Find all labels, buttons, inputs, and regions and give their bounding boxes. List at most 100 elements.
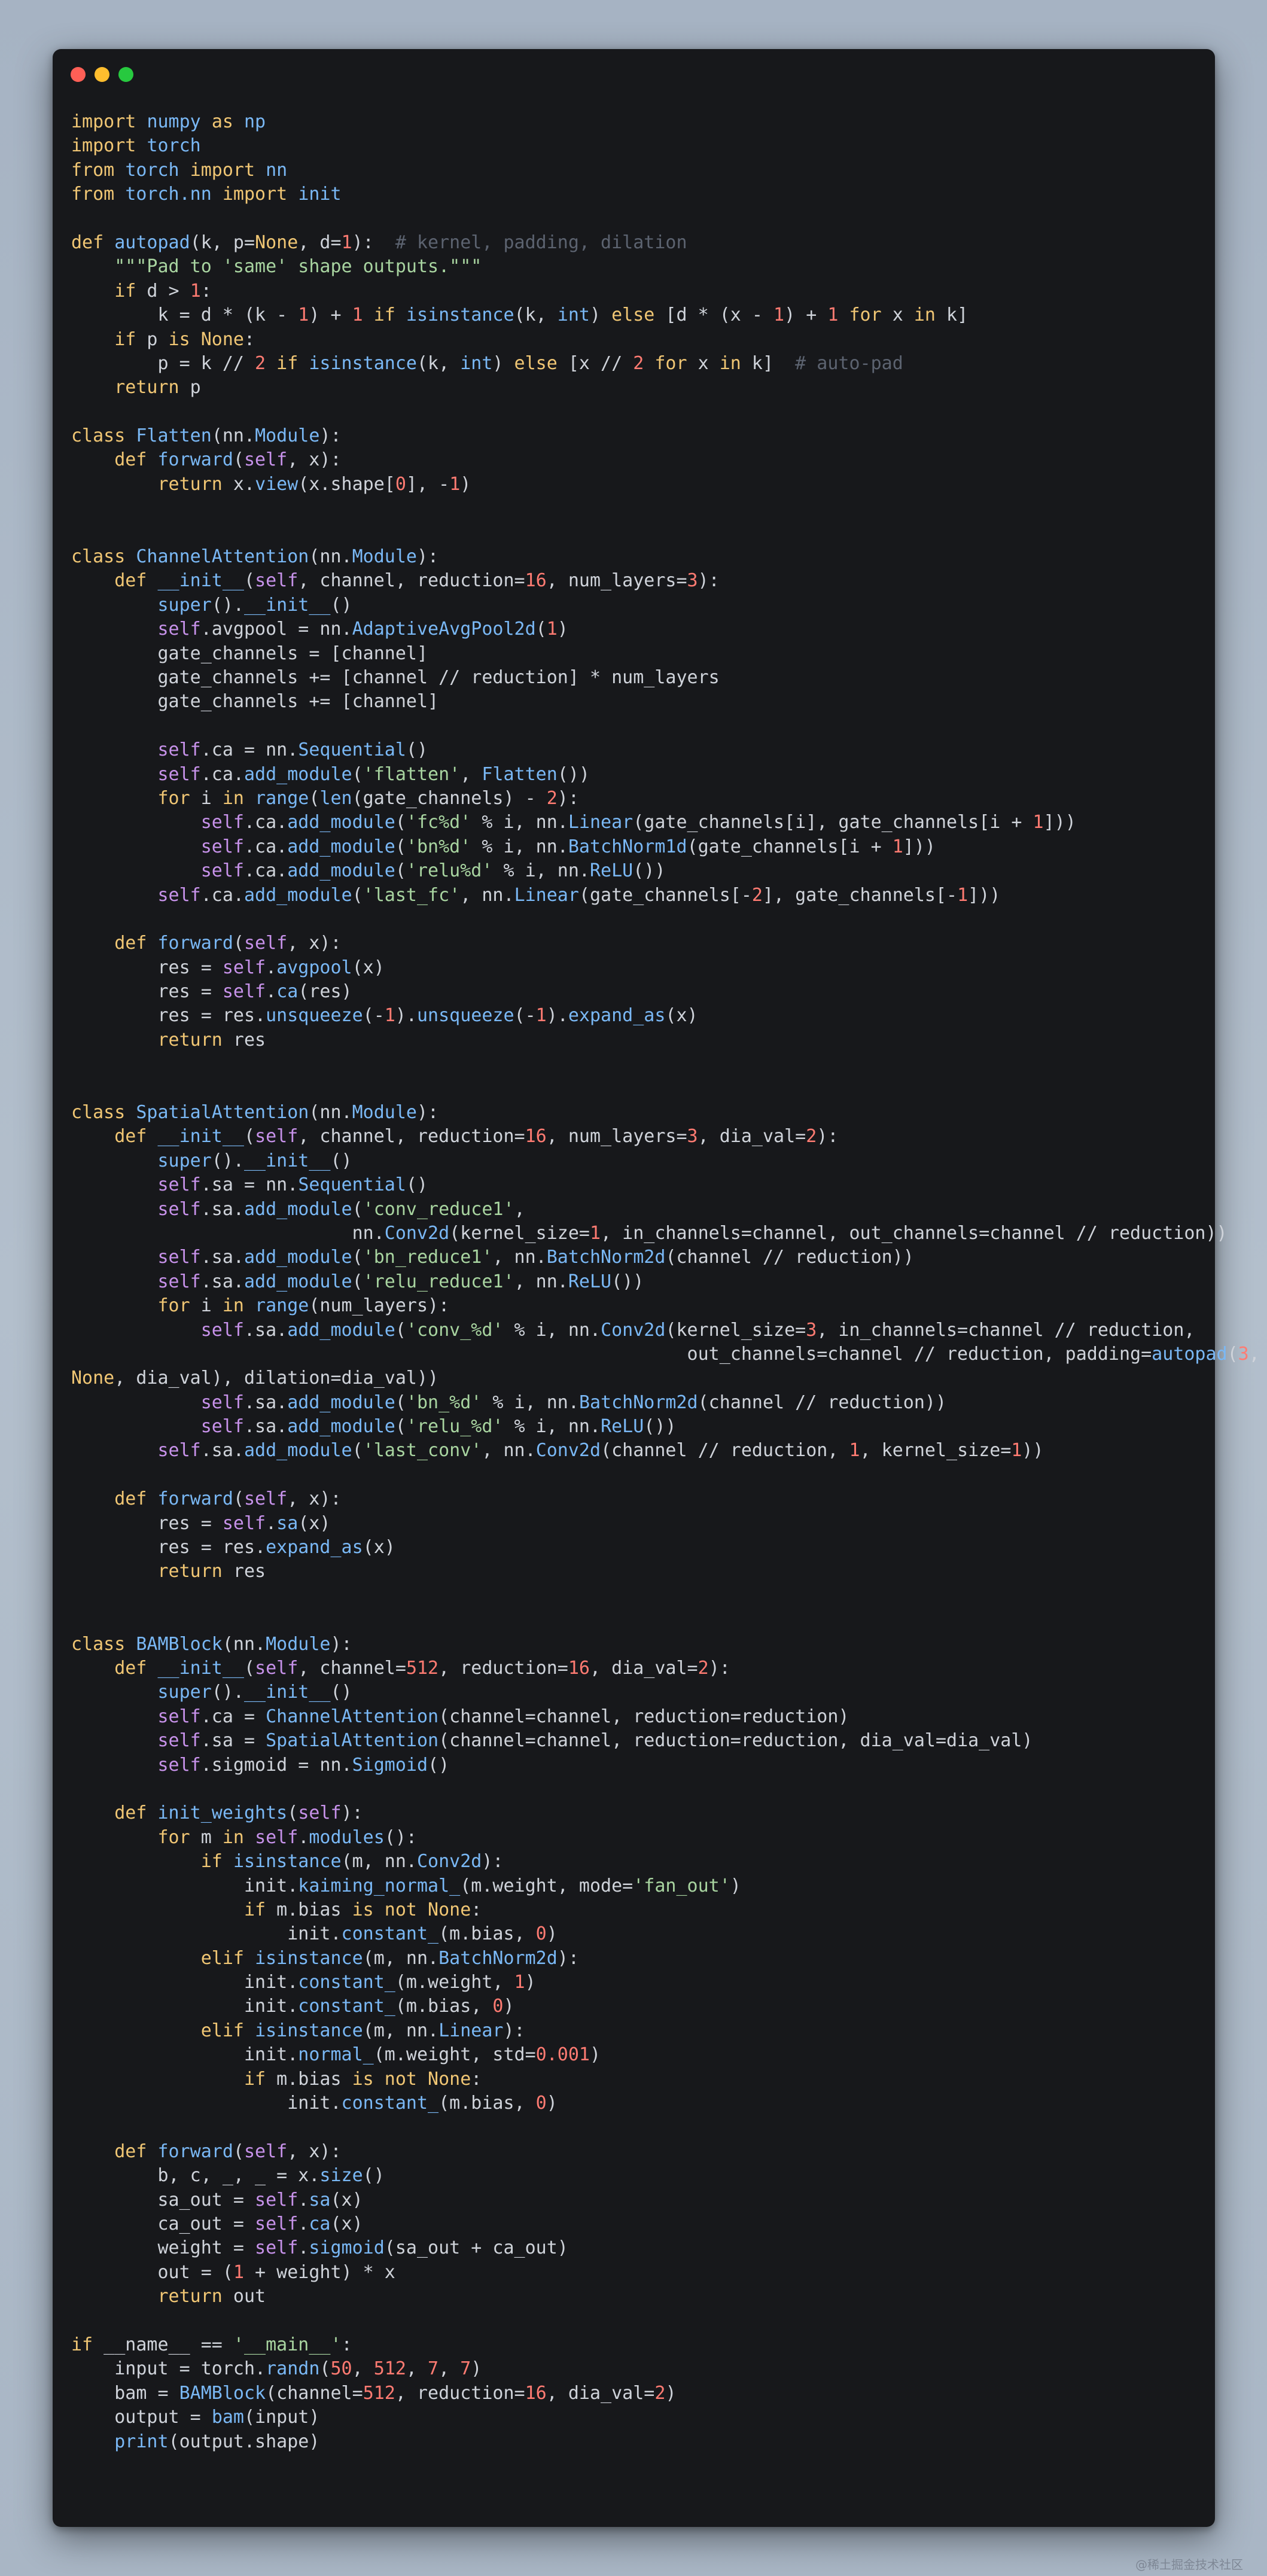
- code-token: , dia_val), dilation=dia_val)): [114, 1368, 439, 1389]
- code-token: self: [157, 1247, 201, 1268]
- code-token: (k,: [514, 305, 558, 326]
- maximize-dot-icon[interactable]: [118, 67, 133, 82]
- code-token: def: [114, 570, 147, 592]
- code-token: for: [157, 787, 190, 809]
- code-token: , reduction=: [395, 2382, 525, 2404]
- code-token: return: [157, 1029, 223, 1051]
- code-token: Linear: [514, 884, 579, 906]
- code-token: 2: [698, 1658, 709, 1679]
- code-token: self: [200, 1416, 244, 1438]
- code-token: import: [71, 111, 136, 132]
- code-token: from: [71, 184, 115, 205]
- code-token: (: [244, 1658, 255, 1679]
- code-token: :: [341, 2334, 352, 2355]
- code-token: return: [114, 377, 179, 398]
- code-token: self: [222, 957, 266, 978]
- code-token: (x): [352, 957, 385, 978]
- code-token: unsqueeze: [416, 1005, 514, 1027]
- code-token: is not: [352, 1899, 417, 1920]
- code-line: def init_weights(self):: [71, 1801, 1260, 1825]
- code-token: 0: [535, 2093, 547, 2114]
- code-line: class SpatialAttention(nn.Module):: [71, 1101, 1260, 1125]
- code-line: return p: [71, 376, 1260, 400]
- code-token: , reduction=: [438, 1658, 568, 1679]
- code-token: , nn.: [460, 884, 514, 906]
- code-token: bam: [211, 2407, 244, 2428]
- code-token: (sa_out + ca_out): [384, 2237, 568, 2259]
- code-token: in: [222, 1295, 244, 1317]
- code-token: (m.bias,: [438, 2093, 536, 2114]
- code-token: 'fc%d': [406, 812, 471, 833]
- code-token: __init__: [244, 1150, 331, 1171]
- code-token: .sa.: [200, 1247, 244, 1268]
- code-token: (res): [298, 981, 352, 1003]
- code-token: x: [881, 305, 914, 326]
- code-token: (): [330, 1150, 352, 1171]
- code-token: init.: [71, 2093, 342, 2114]
- code-token: ): [471, 2358, 482, 2380]
- code-token: (output.shape): [168, 2431, 320, 2452]
- code-line: def forward(self, x):: [71, 931, 1260, 955]
- code-line: nn.Conv2d(kernel_size=1, in_channels=cha…: [71, 1222, 1260, 1246]
- code-token: BAMBlock: [136, 1633, 223, 1655]
- code-line: def __init__(self, channel, reduction=16…: [71, 1125, 1260, 1149]
- code-token: self: [255, 1126, 299, 1147]
- code-token: Module: [352, 1102, 417, 1123]
- code-token: 1: [384, 1005, 395, 1027]
- code-token: import: [71, 135, 136, 157]
- close-dot-icon[interactable]: [71, 67, 86, 82]
- minimize-dot-icon[interactable]: [95, 67, 109, 82]
- code-token: (m, nn.: [363, 1947, 439, 1969]
- code-token: .sa.: [244, 1391, 288, 1413]
- code-token: ,: [460, 763, 482, 785]
- code-line: if p is None:: [71, 328, 1260, 352]
- code-line: self.ca = ChannelAttention(channel=chann…: [71, 1705, 1260, 1729]
- code-line: self.sa = SpatialAttention(channel=chann…: [71, 1729, 1260, 1753]
- code-token: '__main__': [233, 2334, 342, 2355]
- code-token: constant_: [341, 1923, 439, 1945]
- code-line: init.constant_(m.bias, 0): [71, 1922, 1260, 1946]
- code-token: def: [114, 1802, 147, 1824]
- code-token: 'relu_%d': [406, 1416, 504, 1438]
- code-token: 512: [406, 1658, 439, 1679]
- code-line: return res: [71, 1028, 1260, 1052]
- code-token: ): [546, 1923, 558, 1945]
- code-token: add_module: [244, 1271, 352, 1292]
- code-token: randn: [266, 2358, 320, 2380]
- code-line: self.ca.add_module('relu%d' % i, nn.ReLU…: [71, 859, 1260, 883]
- code-token: self: [200, 1391, 244, 1413]
- code-token: Linear: [568, 812, 634, 833]
- code-token: (m.weight, mode=: [460, 1875, 634, 1896]
- code-token: SpatialAttention: [136, 1102, 309, 1123]
- code-line: bam = BAMBlock(channel=512, reduction=16…: [71, 2382, 1260, 2406]
- code-token: .ca.: [200, 763, 244, 785]
- code-token: 1: [233, 2261, 244, 2283]
- code-token: gate_channels += [channel // reduction] …: [71, 666, 720, 688]
- code-token: from: [71, 159, 115, 181]
- code-token: for: [654, 352, 687, 374]
- code-token: class: [71, 1633, 126, 1655]
- code-token: forward: [157, 1488, 233, 1510]
- code-line: self.sa.add_module('relu_%d' % i, nn.ReL…: [71, 1415, 1260, 1439]
- code-token: isinstance: [406, 305, 514, 326]
- code-token: avgpool: [276, 957, 352, 978]
